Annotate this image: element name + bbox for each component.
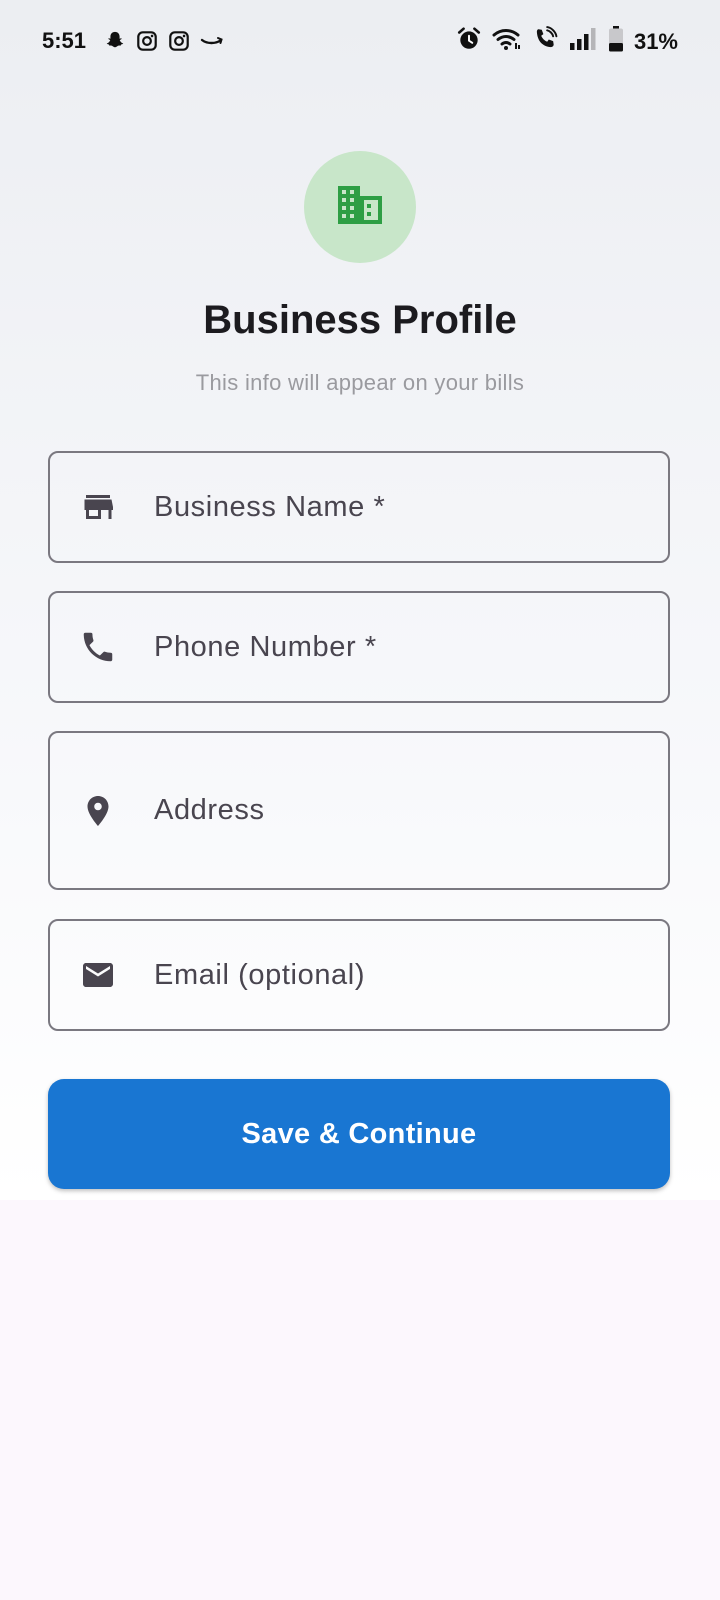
phone-number-input[interactable] — [154, 627, 648, 667]
page-title: Business Profile — [203, 298, 517, 342]
address-field[interactable] — [48, 731, 670, 890]
wifi-calling-icon — [532, 26, 558, 57]
phone-number-field[interactable] — [48, 591, 670, 703]
business-name-field[interactable] — [48, 451, 670, 563]
store-icon — [76, 485, 120, 529]
address-input[interactable] — [154, 790, 648, 830]
business-logo — [304, 151, 416, 263]
alarm-icon — [456, 26, 482, 57]
amazon-icon — [200, 30, 224, 57]
location-pin-icon — [76, 789, 120, 833]
instagram-icon — [168, 30, 190, 57]
status-time: 5:51 — [42, 28, 87, 53]
status-bar: 5:51 31% — [0, 0, 720, 84]
battery-icon — [608, 26, 624, 57]
battery-percentage: 31% — [633, 28, 678, 54]
instagram-icon — [136, 30, 158, 57]
snapchat-icon — [104, 30, 126, 57]
mail-icon — [76, 953, 120, 997]
email-field[interactable] — [48, 919, 670, 1031]
email-input[interactable] — [154, 955, 648, 995]
business-name-input[interactable] — [154, 487, 648, 527]
notification-icons — [104, 30, 224, 57]
system-icons: 31% — [456, 26, 678, 57]
signal-icon — [568, 27, 598, 56]
save-continue-button[interactable]: Save & Continue — [48, 1079, 670, 1189]
building-icon — [336, 184, 384, 231]
phone-icon — [76, 625, 120, 669]
wifi-icon — [492, 26, 522, 57]
page-subtitle: This info will appear on your bills — [195, 370, 525, 395]
